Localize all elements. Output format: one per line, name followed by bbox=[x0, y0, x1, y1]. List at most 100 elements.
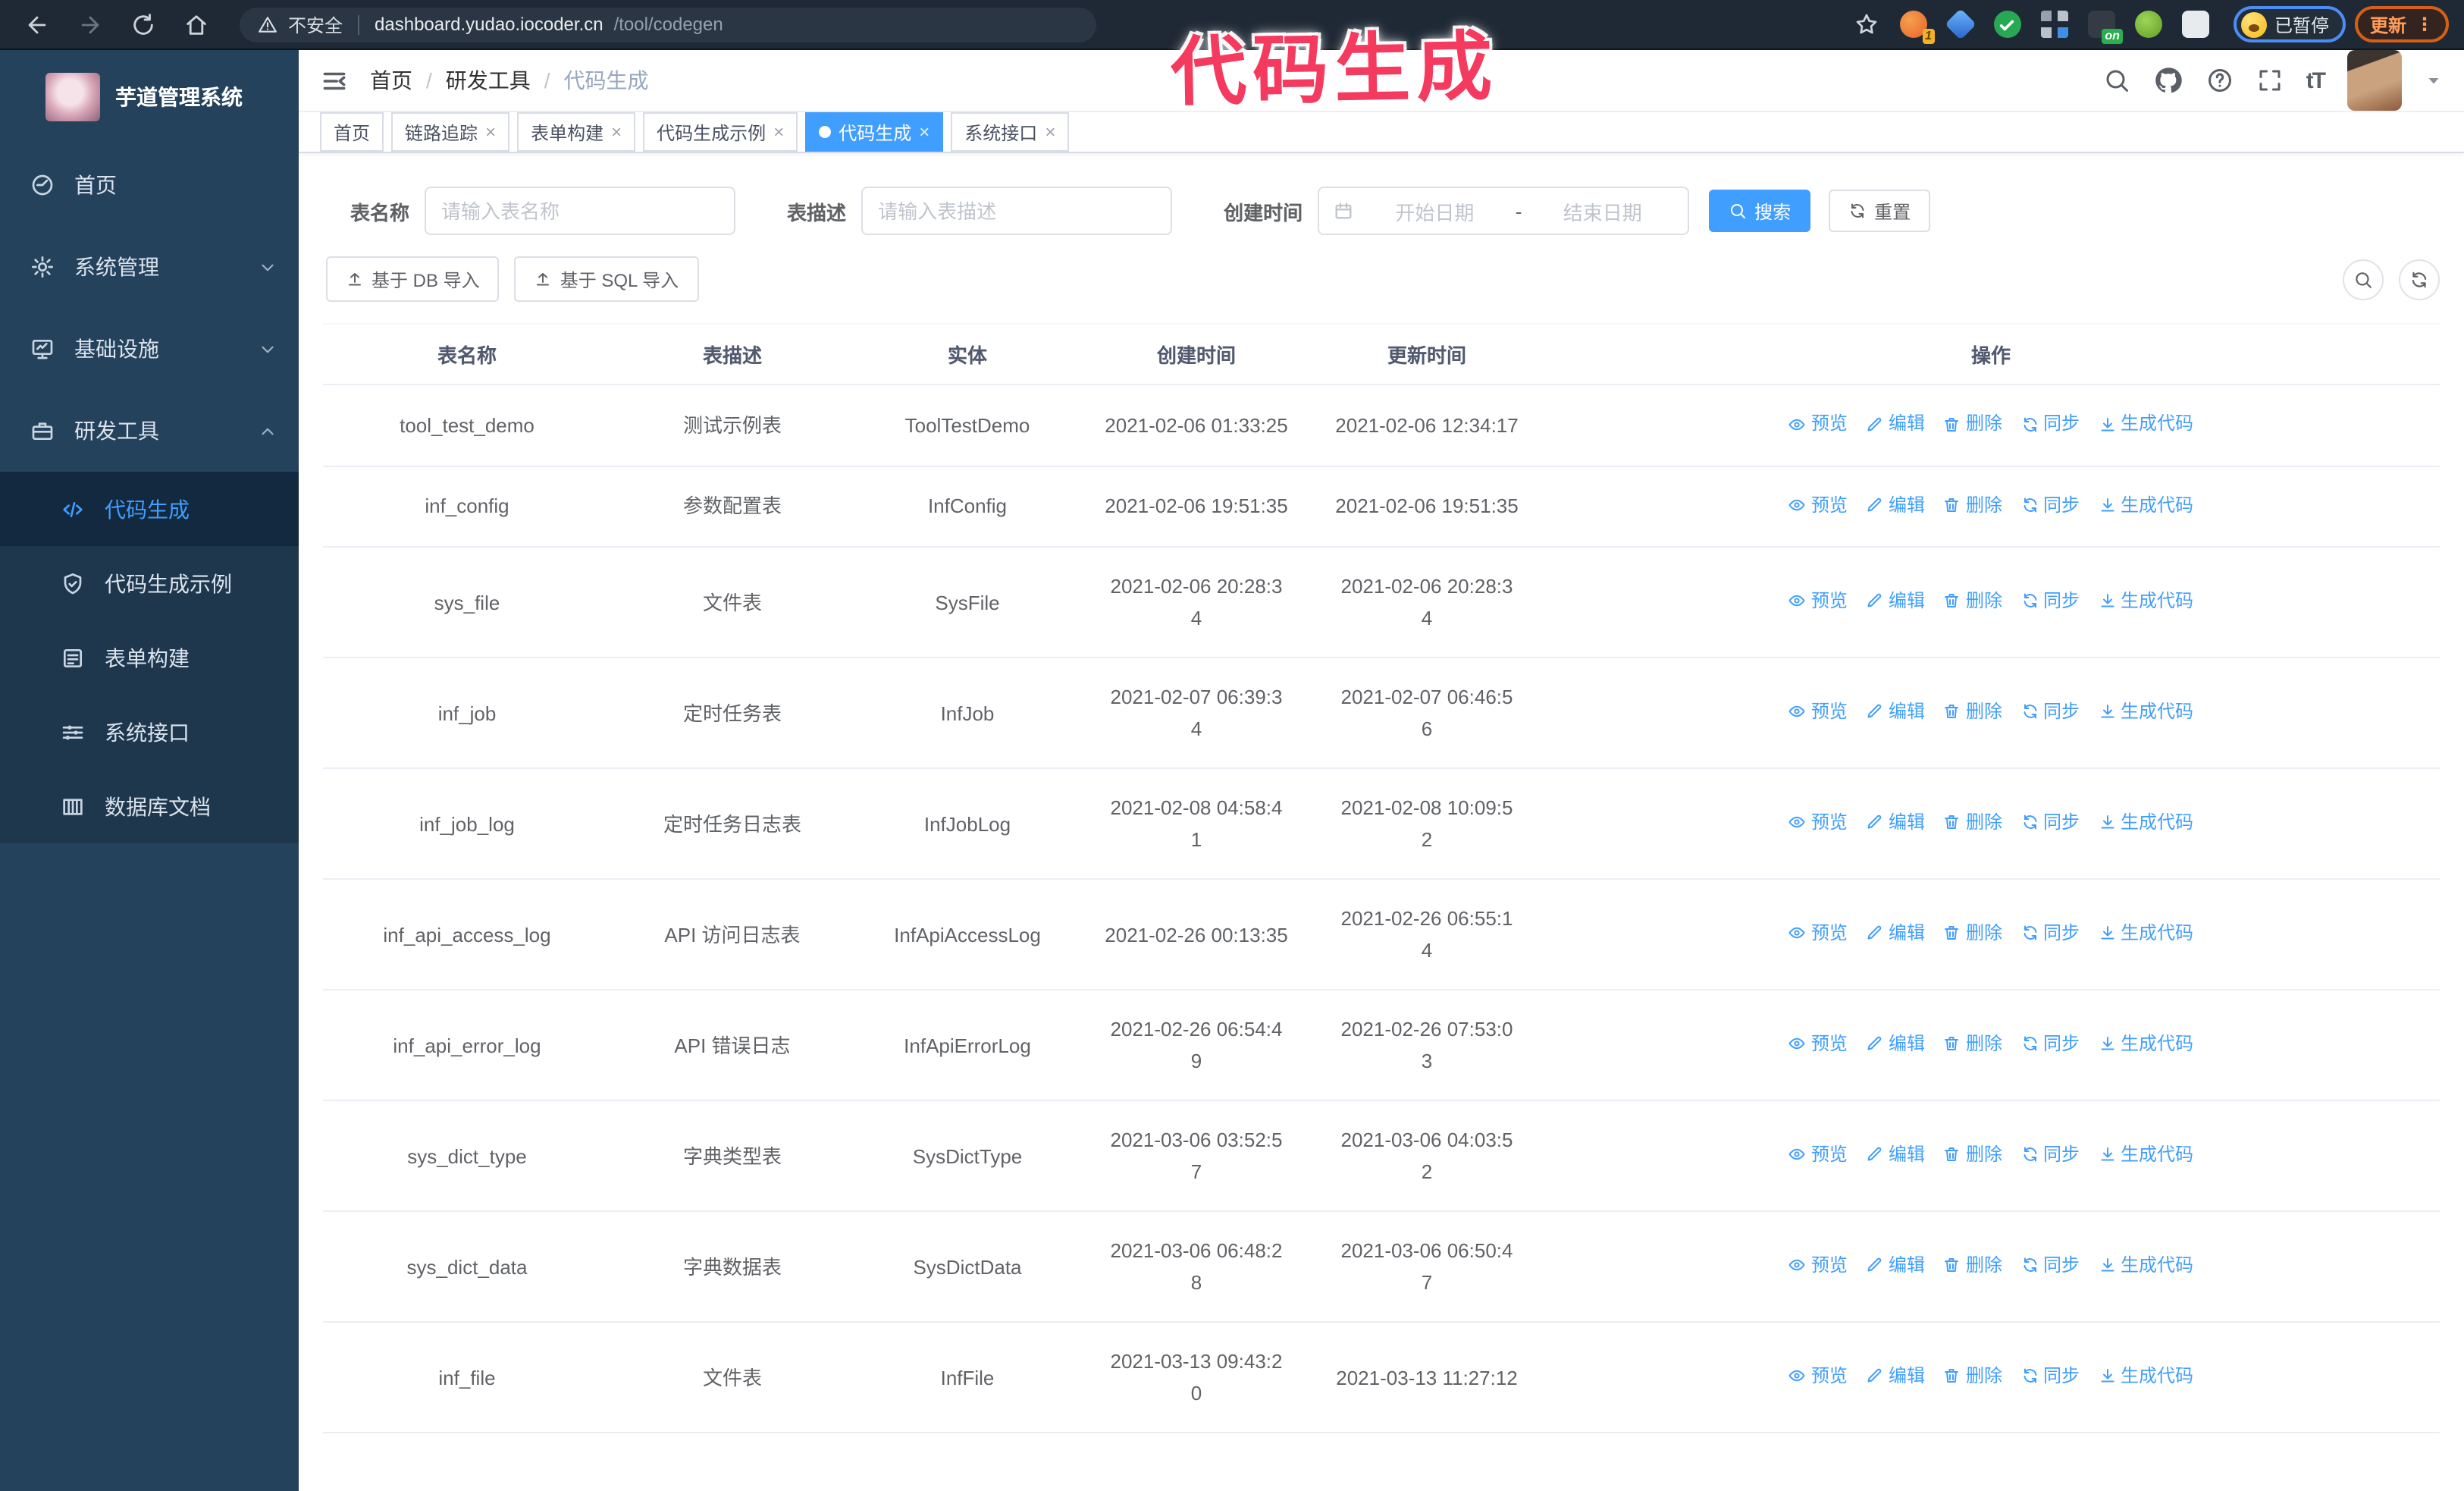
generate-code-link[interactable]: 生成代码 bbox=[2098, 1139, 2193, 1171]
table-name-input[interactable] bbox=[425, 187, 736, 235]
delete-link[interactable]: 删除 bbox=[1943, 489, 2002, 521]
browser-forward-icon[interactable] bbox=[77, 11, 103, 37]
sync-link[interactable]: 同步 bbox=[2020, 408, 2080, 440]
sync-link[interactable]: 同步 bbox=[2020, 1139, 2080, 1171]
browser-back-icon[interactable] bbox=[24, 11, 50, 37]
toggle-search-button[interactable] bbox=[2343, 259, 2384, 300]
close-icon[interactable]: × bbox=[611, 123, 622, 141]
sidebar-toggle-icon[interactable] bbox=[320, 66, 349, 95]
edit-link[interactable]: 编辑 bbox=[1866, 807, 1925, 839]
generate-code-link[interactable]: 生成代码 bbox=[2098, 696, 2193, 728]
breadcrumb-home[interactable]: 首页 bbox=[370, 65, 412, 96]
font-size-icon[interactable]: tT bbox=[2306, 67, 2326, 93]
preview-link[interactable]: 预览 bbox=[1788, 408, 1848, 440]
sidebar-submenu-item[interactable]: 数据库文档 bbox=[0, 769, 299, 843]
delete-link[interactable]: 删除 bbox=[1943, 918, 2002, 950]
sync-link[interactable]: 同步 bbox=[2020, 1028, 2080, 1060]
edit-link[interactable]: 编辑 bbox=[1866, 1139, 1925, 1171]
header-search-icon[interactable] bbox=[2103, 67, 2130, 94]
delete-link[interactable]: 删除 bbox=[1943, 1028, 2002, 1060]
switch-extension-icon[interactable]: on bbox=[2087, 11, 2123, 44]
profile-badge[interactable]: 已暂停 bbox=[2233, 6, 2346, 42]
sidebar-submenu-item[interactable]: 代码生成示例 bbox=[0, 546, 299, 620]
generate-code-link[interactable]: 生成代码 bbox=[2098, 807, 2193, 839]
edit-link[interactable]: 编辑 bbox=[1866, 696, 1925, 728]
browser-home-icon[interactable] bbox=[183, 11, 209, 37]
sync-link[interactable]: 同步 bbox=[2020, 918, 2080, 950]
gem-extension-icon[interactable] bbox=[1945, 8, 1977, 40]
help-icon[interactable] bbox=[2206, 67, 2234, 94]
plug-extension-icon[interactable] bbox=[2134, 11, 2162, 38]
delete-link[interactable]: 删除 bbox=[1943, 1139, 2002, 1171]
github-icon[interactable] bbox=[2153, 65, 2183, 96]
edit-link[interactable]: 编辑 bbox=[1866, 489, 1925, 521]
tab[interactable]: 表单构建 × bbox=[517, 112, 636, 152]
tab[interactable]: 代码生成 × bbox=[805, 112, 944, 152]
sidebar-menu-item[interactable]: 研发工具 bbox=[0, 390, 299, 472]
delete-link[interactable]: 删除 bbox=[1943, 408, 2002, 440]
preview-link[interactable]: 预览 bbox=[1788, 918, 1848, 950]
kebab-menu-icon[interactable]: ⋮ bbox=[2415, 14, 2434, 35]
preview-link[interactable]: 预览 bbox=[1788, 1250, 1848, 1282]
search-button[interactable]: 搜索 bbox=[1709, 190, 1811, 232]
sidebar-submenu-item[interactable]: 代码生成 bbox=[0, 472, 299, 546]
import-db-button[interactable]: 基于 DB 导入 bbox=[326, 256, 500, 302]
user-avatar[interactable] bbox=[2347, 50, 2402, 111]
generate-code-link[interactable]: 生成代码 bbox=[2098, 1028, 2193, 1060]
sidebar-menu-item[interactable]: 基础设施 bbox=[0, 308, 299, 390]
sync-link[interactable]: 同步 bbox=[2020, 696, 2080, 728]
preview-link[interactable]: 预览 bbox=[1788, 696, 1848, 728]
close-icon[interactable]: × bbox=[485, 123, 496, 141]
edit-link[interactable]: 编辑 bbox=[1866, 408, 1925, 440]
sidebar-submenu-item[interactable]: 表单构建 bbox=[0, 620, 299, 695]
sync-link[interactable]: 同步 bbox=[2020, 489, 2080, 521]
delete-link[interactable]: 删除 bbox=[1943, 1250, 2002, 1282]
generate-code-link[interactable]: 生成代码 bbox=[2098, 918, 2193, 950]
create-time-range-picker[interactable]: 开始日期 - 结束日期 bbox=[1318, 187, 1690, 235]
preview-link[interactable]: 预览 bbox=[1788, 1361, 1848, 1392]
delete-link[interactable]: 删除 bbox=[1943, 807, 2002, 839]
browser-reload-icon[interactable] bbox=[130, 11, 156, 37]
check-extension-icon[interactable] bbox=[1993, 11, 2021, 38]
breadcrumb-devtools[interactable]: 研发工具 bbox=[446, 65, 531, 96]
tab[interactable]: 首页 bbox=[320, 112, 384, 152]
edit-link[interactable]: 编辑 bbox=[1866, 918, 1925, 950]
puzzle-extension-icon[interactable] bbox=[2181, 11, 2209, 38]
generate-code-link[interactable]: 生成代码 bbox=[2098, 585, 2193, 617]
generate-code-link[interactable]: 生成代码 bbox=[2098, 1250, 2193, 1282]
tab[interactable]: 代码生成示例 × bbox=[643, 112, 798, 152]
sidebar-submenu-item[interactable]: 系统接口 bbox=[0, 695, 299, 769]
delete-link[interactable]: 删除 bbox=[1943, 696, 2002, 728]
preview-link[interactable]: 预览 bbox=[1788, 585, 1848, 617]
color-wheel-extension-icon[interactable]: 1 bbox=[1899, 11, 1935, 44]
edit-link[interactable]: 编辑 bbox=[1866, 585, 1925, 617]
edit-link[interactable]: 编辑 bbox=[1866, 1250, 1925, 1282]
preview-link[interactable]: 预览 bbox=[1788, 807, 1848, 839]
sidebar-menu-item[interactable]: 系统管理 bbox=[0, 226, 299, 308]
chevron-down-icon[interactable] bbox=[2425, 71, 2443, 89]
edit-link[interactable]: 编辑 bbox=[1866, 1028, 1925, 1060]
address-bar[interactable]: 不安全 dashboard.yudao.iocoder.cn/tool/code… bbox=[240, 7, 1096, 42]
sync-link[interactable]: 同步 bbox=[2020, 1361, 2080, 1392]
sync-link[interactable]: 同步 bbox=[2020, 1250, 2080, 1282]
generate-code-link[interactable]: 生成代码 bbox=[2098, 408, 2193, 440]
reset-button[interactable]: 重置 bbox=[1829, 190, 1931, 232]
table-desc-input[interactable] bbox=[861, 187, 1173, 235]
fullscreen-icon[interactable] bbox=[2256, 67, 2284, 94]
close-icon[interactable]: × bbox=[1045, 123, 1055, 141]
sync-link[interactable]: 同步 bbox=[2020, 585, 2080, 617]
grid-extension-icon[interactable] bbox=[2040, 11, 2068, 38]
browser-update-button[interactable]: 更新 ⋮ bbox=[2354, 6, 2449, 42]
tab[interactable]: 系统接口 × bbox=[951, 112, 1070, 152]
preview-link[interactable]: 预览 bbox=[1788, 1028, 1848, 1060]
delete-link[interactable]: 删除 bbox=[1943, 1361, 2002, 1392]
generate-code-link[interactable]: 生成代码 bbox=[2098, 489, 2193, 521]
close-icon[interactable]: × bbox=[919, 123, 929, 141]
preview-link[interactable]: 预览 bbox=[1788, 489, 1848, 521]
sidebar-menu-item[interactable]: 首页 bbox=[0, 144, 299, 226]
bookmark-star-icon[interactable] bbox=[1854, 12, 1879, 36]
tab[interactable]: 链路追踪 × bbox=[391, 112, 510, 152]
generate-code-link[interactable]: 生成代码 bbox=[2098, 1361, 2193, 1392]
sync-link[interactable]: 同步 bbox=[2020, 807, 2080, 839]
app-logo-row[interactable]: 芋道管理系统 bbox=[0, 50, 299, 144]
